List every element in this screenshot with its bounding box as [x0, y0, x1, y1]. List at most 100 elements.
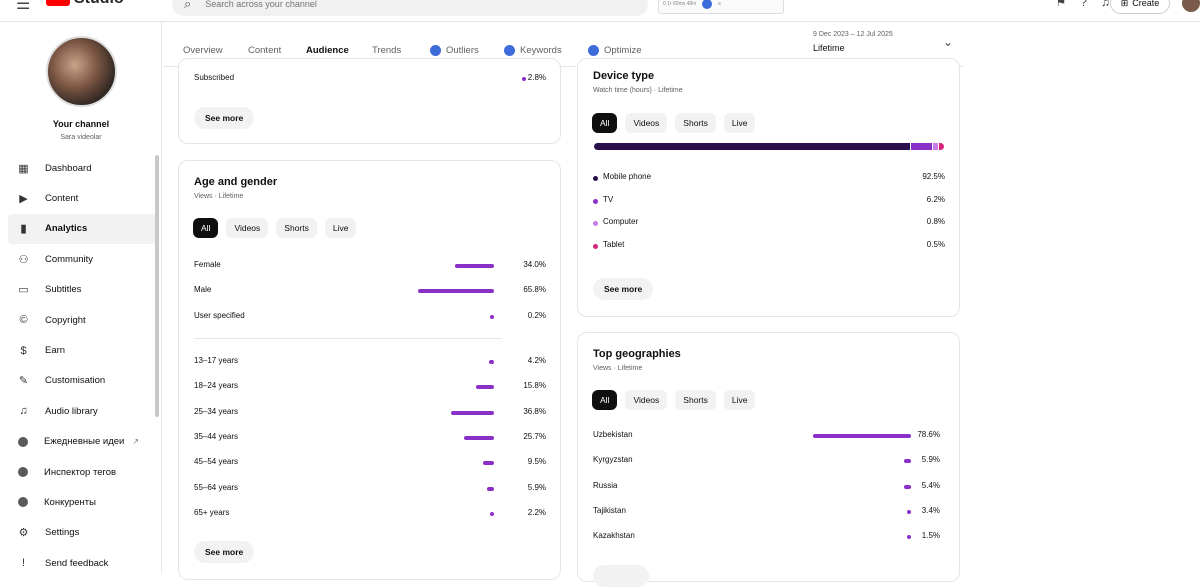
search-bar[interactable]: ⌕: [172, 0, 648, 16]
tab-audience[interactable]: Audience: [306, 45, 349, 56]
help-icon[interactable]: ?: [1080, 0, 1087, 9]
sidebar: Your channel Sara videolar ▦ Dashboard ▶ Co…: [0, 22, 162, 573]
see-more-button[interactable]: See more: [194, 541, 255, 563]
tab-label: Keywords: [520, 45, 562, 56]
row-label: Male: [194, 285, 212, 295]
device-segment: [594, 143, 910, 150]
age-row: 45–54 years 9.5%: [194, 457, 546, 471]
notifications-icon[interactable]: ♫: [1101, 0, 1110, 9]
chip-videos[interactable]: Videos: [625, 390, 668, 410]
row-bar: [482, 461, 494, 466]
channel-avatar[interactable]: [46, 36, 117, 107]
search-icon[interactable]: ⌕: [184, 0, 191, 12]
chip-all[interactable]: All: [592, 113, 618, 133]
sidebar-item-customisation[interactable]: ✎ Customisation: [8, 366, 156, 396]
row-label: Russia: [593, 480, 618, 490]
create-button[interactable]: ⊞ Create: [1110, 0, 1170, 14]
search-input[interactable]: [205, 0, 606, 9]
row-value: 6.2%: [926, 194, 945, 204]
customisation-icon: ✎: [18, 375, 29, 388]
chip-shorts[interactable]: Shorts: [675, 390, 716, 410]
sidebar-item-content[interactable]: ▶ Content: [8, 183, 156, 213]
top-geographies-card: Top geographies Views · Lifetime All Vid…: [577, 332, 960, 587]
device-row: Tablet 0.5%: [593, 240, 945, 254]
sidebar-item-community[interactable]: ⚇ Community: [8, 244, 156, 274]
chip-live[interactable]: Live: [324, 218, 357, 238]
sidebar-item-feedback[interactable]: ! Send feedback: [8, 548, 156, 578]
tab-content[interactable]: Content: [248, 45, 281, 56]
row-label: Kyrgyzstan: [593, 455, 633, 465]
sidebar-item-label: Конкуренты: [44, 496, 96, 508]
sidebar-item-settings[interactable]: ⚙ Settings: [8, 518, 156, 548]
sidebar-item-competitors[interactable]: Конкуренты: [8, 487, 156, 517]
row-value: 2.8%: [527, 73, 546, 82]
tab-label: Audience: [306, 45, 349, 56]
sidebar-item-label: Copyright: [45, 314, 86, 326]
sidebar-item-label: Analytics: [45, 223, 88, 235]
sidebar-item-label: Earn: [45, 345, 66, 357]
sidebar-item-subtitles[interactable]: ▭ Subtitles: [8, 275, 156, 305]
section-divider: [194, 338, 502, 339]
extension-text: 0 1r 60ms 48ni: [663, 1, 697, 7]
row-label: 13–17 years: [194, 356, 239, 365]
tab-label: Trends: [372, 45, 402, 56]
legend-dot: [593, 176, 598, 181]
row-label: Kazakhstan: [593, 531, 635, 541]
row-value: 34.0%: [523, 260, 546, 269]
chip-all[interactable]: All: [592, 390, 618, 410]
messages-icon[interactable]: ⚑: [1056, 0, 1067, 9]
period-selector[interactable]: Lifetime: [813, 43, 845, 53]
sidebar-scrollbar[interactable]: [155, 155, 159, 417]
device-share-bar: [594, 143, 944, 150]
tab-outliers[interactable]: Outliers: [430, 45, 479, 56]
sidebar-item-ideas-extension[interactable]: Ежедневные идеи ↗: [8, 427, 156, 457]
external-link-icon[interactable]: ↗: [132, 437, 139, 446]
geography-row: Kazakhstan 1.5%: [593, 531, 945, 545]
tab-overview[interactable]: Overview: [183, 45, 223, 56]
card-subtitle: Views · Lifetime: [194, 193, 244, 200]
chip-shorts[interactable]: Shorts: [675, 113, 716, 133]
tab-keywords[interactable]: Keywords: [504, 45, 562, 56]
tab-trends[interactable]: Trends: [372, 45, 401, 56]
menu-icon[interactable]: ☰: [16, 0, 30, 14]
chip-all[interactable]: All: [193, 218, 219, 238]
age-row: 25–34 years 36.8%: [194, 407, 546, 421]
tab-optimize[interactable]: Optimize: [588, 45, 641, 56]
top-bar: ☰ Studio ⌕ 0 1r 60ms 48ni ≡ ⚑ ? ♫ ⊞ Crea…: [0, 0, 1200, 22]
extension-widget[interactable]: 0 1r 60ms 48ni ≡: [658, 0, 784, 14]
copyright-icon: ©: [19, 314, 28, 327]
chip-videos[interactable]: Videos: [625, 113, 668, 133]
extension-menu-icon[interactable]: ≡: [718, 1, 721, 7]
sidebar-nav: ▦ Dashboard ▶ Content ▮ Analytics ⚇ Community ▭ S…: [8, 153, 156, 578]
sidebar-item-copyright[interactable]: © Copyright: [8, 305, 156, 335]
device-type-card: Device type Watch time (hours) · Lifetim…: [577, 58, 960, 317]
gender-row: User specified 0.2%: [194, 311, 546, 325]
extension-icon[interactable]: [702, 0, 713, 9]
row-value: 0.8%: [926, 217, 945, 227]
account-avatar[interactable]: [1182, 0, 1200, 12]
chip-live[interactable]: Live: [723, 390, 756, 410]
card-title: Top geographies: [593, 348, 681, 360]
channel-name: Sara videolar: [60, 134, 102, 141]
row-label: 45–54 years: [194, 457, 239, 467]
sidebar-item-analytics[interactable]: ▮ Analytics: [8, 213, 156, 245]
see-more-button[interactable]: See more: [593, 278, 654, 300]
sidebar-item-earn[interactable]: $ Earn: [8, 335, 156, 365]
chevron-down-icon[interactable]: ⌄: [943, 35, 953, 49]
see-more-button[interactable]: See more: [194, 107, 255, 129]
button-label: See more: [205, 113, 244, 123]
chip-shorts[interactable]: Shorts: [276, 218, 317, 238]
row-value: 0.5%: [926, 240, 945, 250]
geography-row: Uzbekistan 78.6%: [593, 430, 945, 444]
sidebar-item-tag-inspector[interactable]: Инспектор тегов: [8, 457, 156, 487]
row-label: Female: [194, 260, 221, 269]
studio-logo[interactable]: Studio: [46, 0, 124, 7]
subtitles-icon: ▭: [18, 284, 29, 297]
chip-videos[interactable]: Videos: [226, 218, 269, 238]
chip-live[interactable]: Live: [723, 113, 756, 133]
sidebar-item-audio-library[interactable]: ♫ Audio library: [8, 396, 156, 426]
row-value: 5.9%: [921, 455, 940, 465]
see-more-button[interactable]: [593, 565, 649, 587]
geography-row: Kyrgyzstan 5.9%: [593, 455, 945, 469]
sidebar-item-dashboard[interactable]: ▦ Dashboard: [8, 153, 156, 183]
